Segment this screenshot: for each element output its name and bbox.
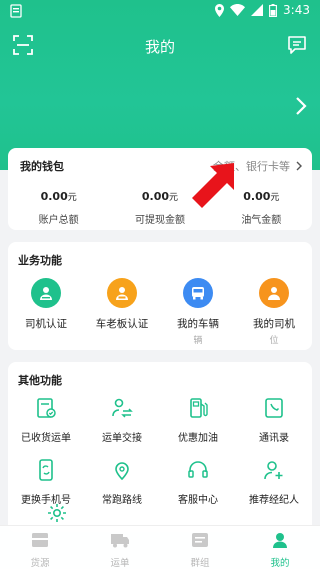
settings-gear-icon[interactable]: [46, 502, 68, 524]
bottom-tab-bar: 货源 运单 群组 我的: [0, 525, 320, 569]
contacts-icon: [265, 398, 283, 418]
my-drivers-label: 我的司机: [253, 318, 295, 330]
driver-certification-item[interactable]: 司机认证: [8, 278, 84, 346]
change-phone-item[interactable]: 更换手机号: [8, 458, 84, 506]
signal-icon: [251, 4, 264, 16]
fuel-discount-item[interactable]: 优惠加油: [160, 396, 236, 444]
page-title: 我的: [144, 38, 175, 56]
my-drivers-unit: 位: [269, 336, 279, 346]
received-orders-icon: [37, 398, 56, 418]
contacts-label: 通讯录: [259, 433, 289, 444]
status-bar: 3:43: [0, 0, 320, 24]
message-icon[interactable]: [286, 34, 308, 56]
owner-certification-label: 车老板认证: [95, 318, 149, 330]
wallet-card[interactable]: 我的钱包 余额、银行卡等 0.00元 账户总额 0.00元 可提现金额 0.00…: [8, 148, 312, 230]
wallet-total[interactable]: 0.00元 账户总额: [8, 190, 109, 226]
received-orders-label: 已收货运单: [21, 433, 71, 444]
change-phone-icon: [39, 459, 53, 481]
wifi-icon: [230, 4, 246, 16]
location-icon: [215, 3, 225, 17]
wallet-withdrawable-amount: 0.00: [141, 190, 170, 203]
driver-certification-label: 司机认证: [25, 318, 67, 330]
headset-icon: [188, 461, 208, 478]
service-center-item[interactable]: 客服中心: [160, 458, 236, 506]
battery-icon: [269, 3, 277, 17]
my-vehicles-item[interactable]: 我的车辆 辆: [160, 278, 236, 346]
profile-tab-icon: [273, 533, 287, 548]
wallet-fuel-amount: 0.00: [243, 190, 271, 203]
cargo-tab-icon: [32, 533, 48, 547]
routes-label: 常跑路线: [102, 495, 142, 506]
service-center-label: 客服中心: [178, 495, 218, 506]
driver-icon: [259, 278, 289, 308]
chevron-right-icon: [296, 161, 302, 171]
tab-cargo-label: 货源: [30, 558, 50, 569]
annotation-arrow-icon: [192, 163, 234, 208]
contacts-item[interactable]: 通讯录: [236, 396, 312, 444]
tab-cargo[interactable]: 货源: [0, 526, 80, 569]
handover-label: 运单交接: [102, 433, 142, 444]
title-bar: 我的: [0, 30, 320, 60]
owner-certification-item[interactable]: 车老板认证: [84, 278, 160, 346]
tab-groups[interactable]: 群组: [160, 526, 240, 569]
my-vehicles-label: 我的车辆: [177, 318, 219, 330]
fuel-icon: [190, 398, 208, 418]
handover-icon: [112, 398, 133, 418]
my-drivers-item[interactable]: 我的司机 位: [236, 278, 312, 346]
app-notification-icon: [10, 4, 22, 18]
recommend-broker-item[interactable]: 推荐经纪人: [236, 458, 312, 506]
truck-tab-icon: [111, 534, 129, 548]
owner-id-icon: [107, 278, 137, 308]
wallet-title: 我的钱包: [20, 160, 64, 173]
fuel-discount-label: 优惠加油: [178, 433, 218, 444]
business-card: 业务功能 司机认证 车老板认证 我的车辆 辆 我的司机 位: [8, 242, 312, 350]
tab-waybill-label: 运单: [110, 558, 130, 569]
tab-waybill[interactable]: 运单: [80, 526, 160, 569]
handover-item[interactable]: 运单交接: [84, 396, 160, 444]
wallet-total-amount: 0.00: [40, 190, 68, 203]
other-functions-title: 其他功能: [18, 374, 62, 387]
header-background: [0, 0, 320, 170]
add-user-icon: [264, 461, 283, 480]
tab-mine-label: 我的: [270, 558, 290, 569]
wallet-total-label: 账户总额: [38, 215, 79, 226]
driver-id-icon: [31, 278, 61, 308]
my-vehicles-unit: 辆: [193, 336, 203, 346]
received-orders-item[interactable]: 已收货运单: [8, 396, 84, 444]
tab-mine[interactable]: 我的: [240, 526, 320, 569]
other-functions-card: 其他功能 已收货运单 运单交接 优惠加油 通讯录 更换手机号 常跑路线 客服中心: [8, 362, 312, 532]
wallet-fuel-unit: 元: [270, 193, 280, 203]
business-title: 业务功能: [18, 254, 62, 267]
bus-icon: [183, 278, 213, 308]
routes-item[interactable]: 常跑路线: [84, 458, 160, 506]
route-icon: [115, 462, 129, 481]
profile-chevron-right-icon[interactable]: [294, 96, 308, 116]
groups-tab-icon: [192, 533, 208, 547]
recommend-broker-label: 推荐经纪人: [249, 495, 299, 506]
status-time: 3:43: [283, 3, 310, 17]
tab-groups-label: 群组: [190, 558, 210, 569]
wallet-total-unit: 元: [67, 193, 77, 203]
wallet-withdrawable-unit: 元: [169, 193, 179, 203]
